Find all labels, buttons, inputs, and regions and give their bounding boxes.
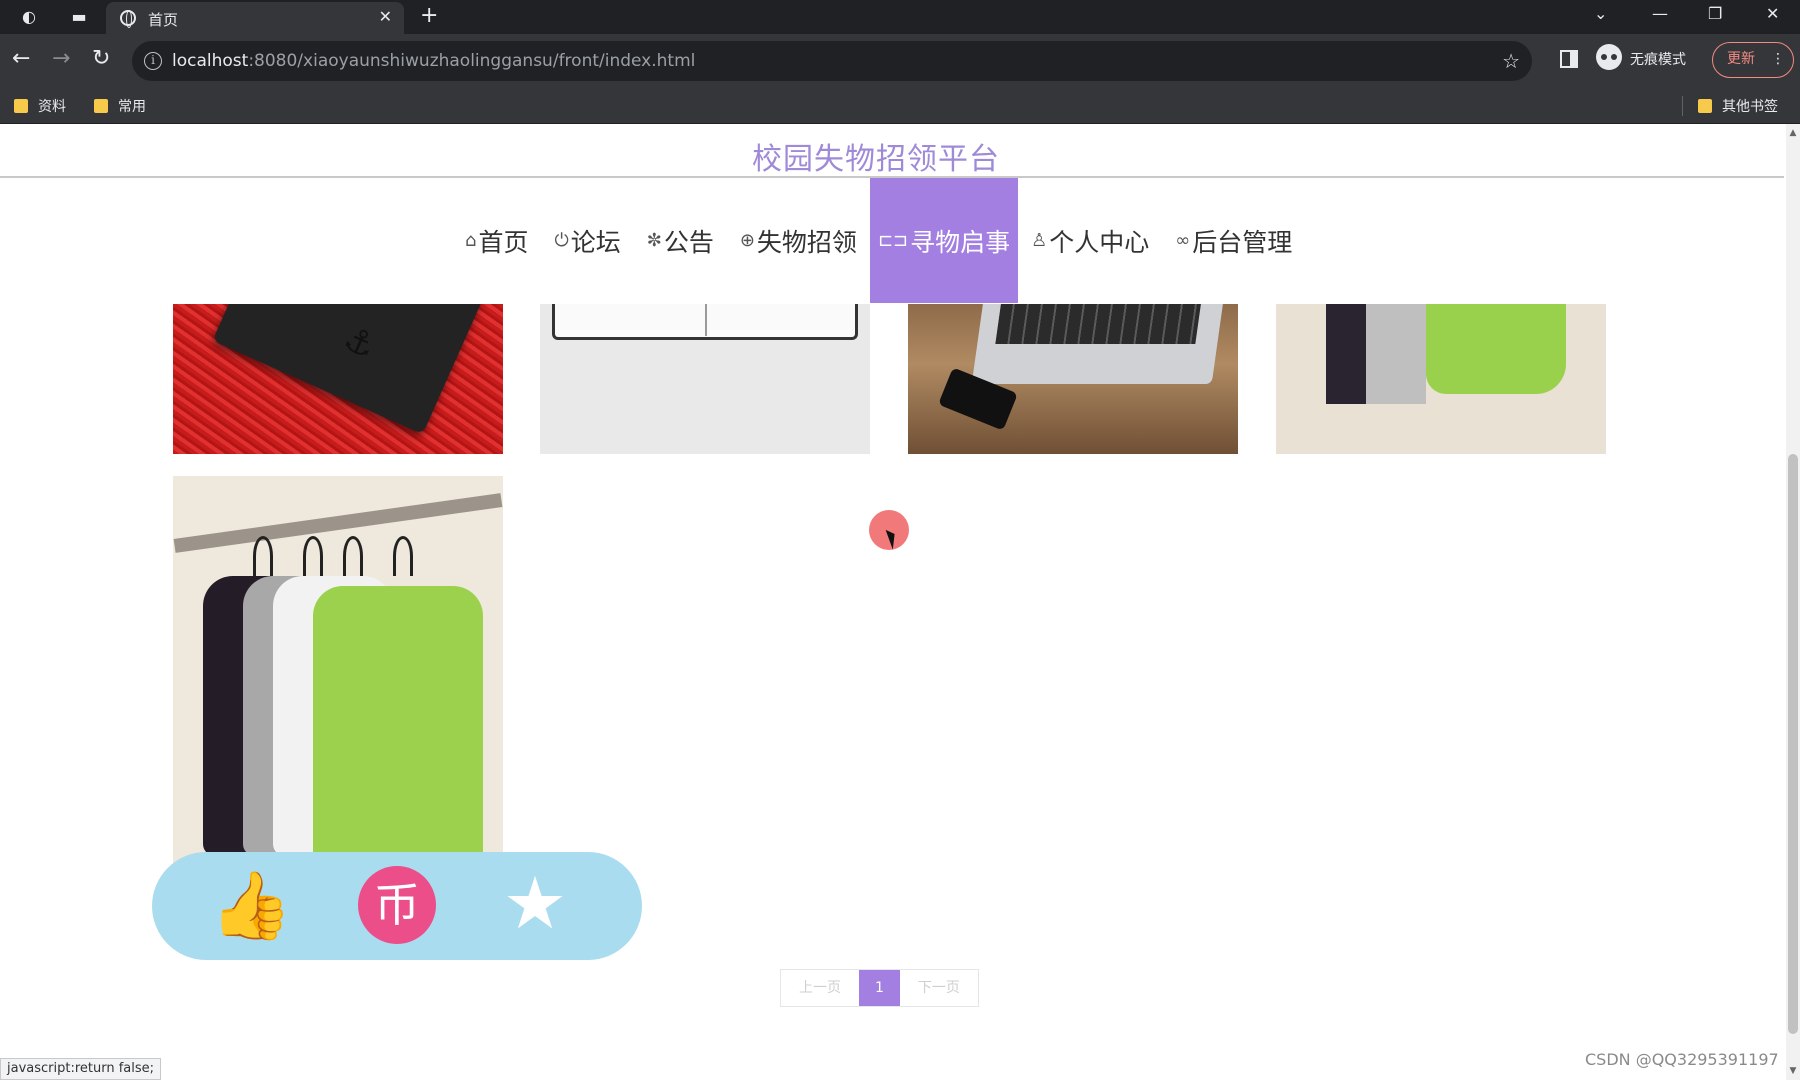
nav-item-lost-found[interactable]: ⊕ 失物招领 [727, 178, 870, 303]
more-menu-icon[interactable]: ⋮ [1771, 43, 1785, 76]
bookmarks-bar: 资料 常用 其他书签 [0, 88, 1800, 124]
item-card-book[interactable] [540, 304, 870, 454]
next-page-button[interactable]: 下一页 [899, 970, 978, 1006]
browser-tab[interactable]: 首页 ✕ [106, 2, 404, 34]
other-bookmarks[interactable]: 其他书签 [1698, 96, 1778, 116]
scroll-up-icon[interactable]: ▲ [1786, 128, 1800, 138]
page-number-button[interactable]: 1 [859, 970, 900, 1006]
user-icon: ♙ [1031, 230, 1048, 251]
globe-icon [120, 10, 136, 28]
folder-icon [1698, 99, 1712, 113]
incognito-icon [1596, 44, 1622, 70]
folder-icon [14, 99, 28, 113]
prev-page-button[interactable]: 上一页 [781, 970, 859, 1006]
forward-icon[interactable]: → [52, 46, 70, 71]
gamepad-icon: ⊕ [739, 230, 755, 251]
minimize-icon[interactable]: — [1652, 4, 1668, 23]
address-bar[interactable]: i localhost:8080/xiaoyaunshiwuzhaolingga… [132, 41, 1532, 81]
pagination: 上一页 1 下一页 [780, 969, 979, 1007]
back-icon[interactable]: ← [12, 46, 30, 71]
site-title: 校园失物招领平台 [752, 142, 1000, 177]
nav-item-home[interactable]: ⌂ 首页 [452, 178, 541, 303]
site-info-icon[interactable]: i [144, 52, 162, 70]
reload-icon[interactable]: ↻ [92, 46, 110, 71]
power-icon: ⏻ [554, 230, 569, 251]
url-text: localhost:8080/xiaoyaunshiwuzhaolinggans… [172, 51, 696, 71]
browser-toolbar: ← → ↻ i localhost:8080/xiaoyaunshiwuzhao… [0, 34, 1800, 88]
nav-item-admin[interactable]: ∞ 后台管理 [1162, 178, 1305, 303]
item-card-tshirts[interactable] [173, 476, 503, 866]
folder-icon [94, 99, 108, 113]
link-icon: ∞ [1175, 230, 1191, 251]
link-status-bar: javascript:return false; [0, 1058, 162, 1080]
page-scrollbar[interactable]: ▲ ▼ [1786, 124, 1800, 1080]
nav-item-forum[interactable]: ⏻ 论坛 [541, 178, 633, 303]
update-button[interactable]: 更新 ⋮ [1712, 42, 1794, 78]
browser-tabstrip: ◐ ▬ 首页 ✕ + ⌄ — ❐ ✕ [0, 0, 1800, 34]
snowflake-icon: ✼ [646, 230, 662, 251]
close-tab-icon[interactable]: ✕ [379, 7, 392, 26]
new-tab-icon[interactable]: + [420, 3, 438, 28]
page-content: 校园失物招领平台 ⌂ 首页 ⏻ 论坛 ✼ 公告 ⊕ 失物招领 ⊏⊐ 寻物启事 ♙ 个人中心 … [0, 124, 1800, 1080]
browser-menu-icon[interactable]: ◐ [16, 4, 42, 30]
triple-action-bar: 👍 币 ★ [152, 852, 642, 960]
incognito-label: 无痕模式 [1630, 52, 1686, 68]
main-nav: ⌂ 首页 ⏻ 论坛 ✼ 公告 ⊕ 失物招领 ⊏⊐ 寻物启事 ♙ 个人中心 ∞ 后台管理 [452, 178, 1305, 303]
tab-search-icon[interactable]: ▬ [66, 4, 92, 30]
scroll-down-icon[interactable]: ▼ [1786, 1066, 1800, 1076]
item-card-shirts[interactable] [1276, 304, 1606, 454]
tab-list-icon[interactable]: ⌄ [1594, 4, 1607, 23]
item-card-laptop[interactable] [908, 304, 1238, 454]
coin-icon[interactable]: 币 [358, 866, 436, 944]
reader-icon: ⊏⊐ [877, 230, 909, 251]
close-window-icon[interactable]: ✕ [1766, 4, 1779, 23]
bookmark-folder-ziliao[interactable]: 资料 [14, 96, 66, 116]
nav-item-notice[interactable]: ✼ 公告 [634, 178, 727, 303]
star-icon[interactable]: ★ [494, 862, 576, 944]
bookmark-separator [1682, 96, 1683, 116]
scrollbar-thumb[interactable] [1788, 454, 1798, 1034]
bookmark-star-icon[interactable]: ☆ [1502, 49, 1520, 73]
side-panel-icon[interactable] [1560, 50, 1578, 68]
watermark: CSDN @QQ3295391197 [1585, 1050, 1779, 1069]
tab-title: 首页 [148, 11, 179, 29]
restore-icon[interactable]: ❐ [1708, 4, 1722, 23]
item-card-wallet[interactable] [173, 304, 503, 454]
nav-item-lost-notice[interactable]: ⊏⊐ 寻物启事 [869, 178, 1019, 303]
nav-item-profile[interactable]: ♙ 个人中心 [1018, 178, 1162, 303]
thumbs-up-icon[interactable]: 👍 [210, 868, 292, 944]
home-icon: ⌂ [465, 230, 477, 251]
bookmark-folder-changyong[interactable]: 常用 [94, 96, 146, 116]
